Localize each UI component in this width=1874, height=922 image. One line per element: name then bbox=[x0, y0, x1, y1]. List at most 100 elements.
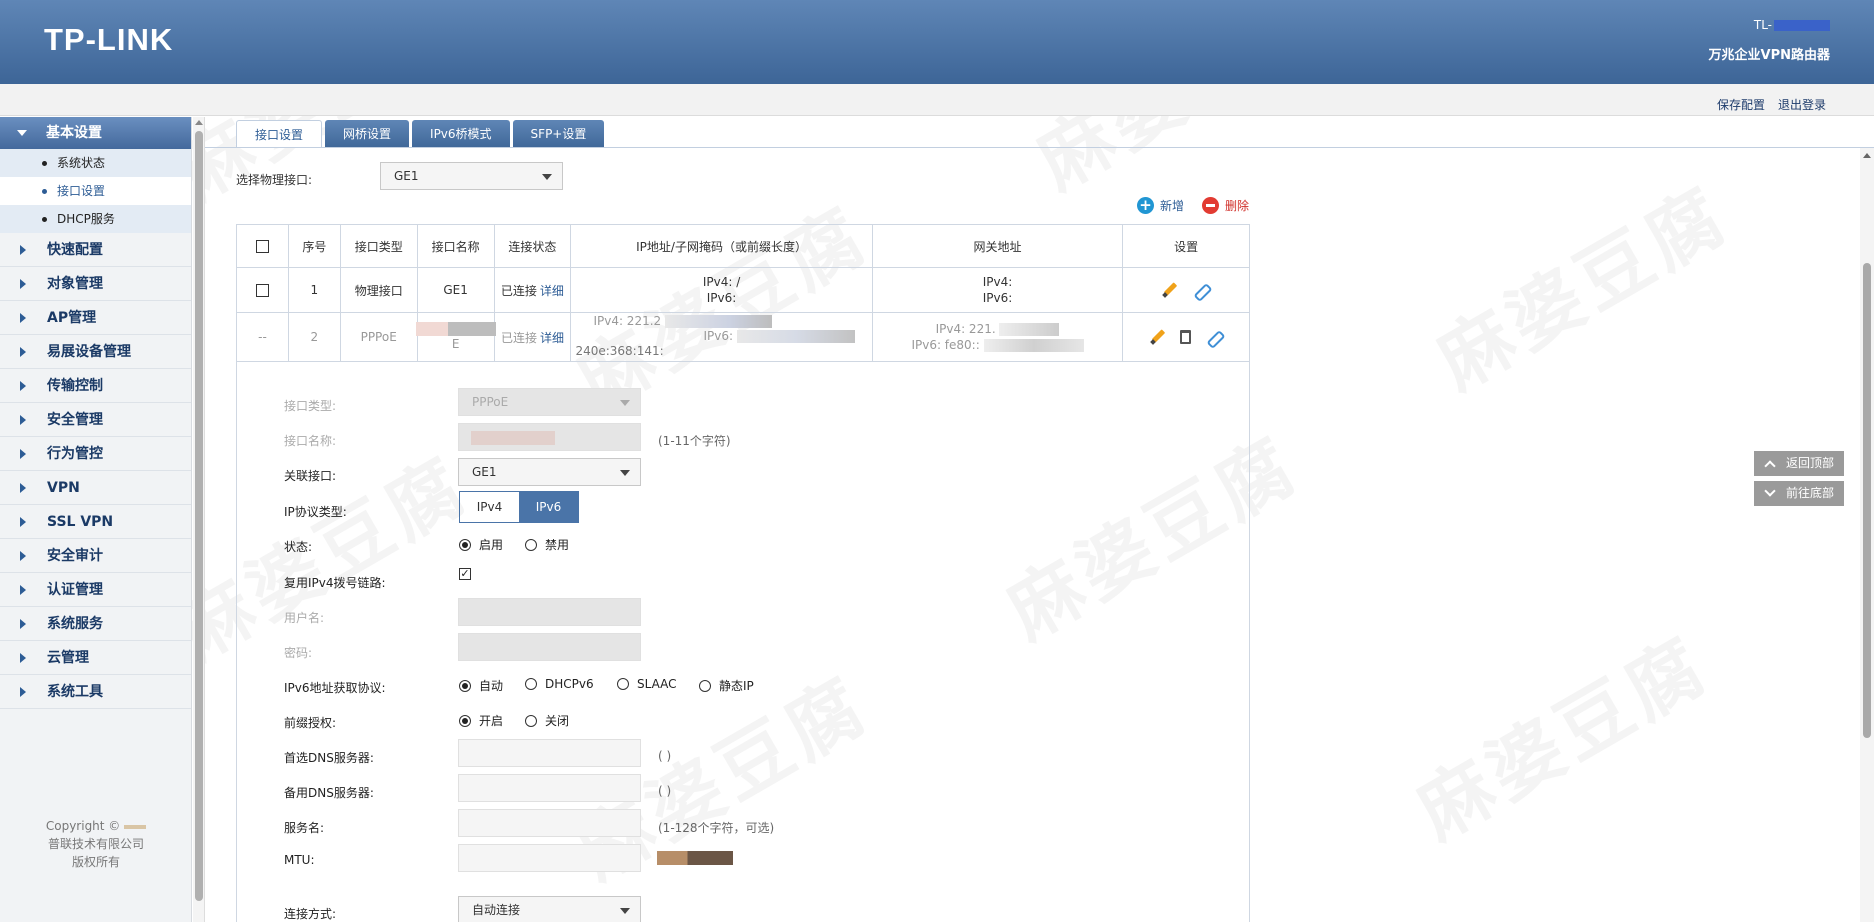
sidebar-item-tools[interactable]: 系统工具 bbox=[0, 675, 191, 709]
state-disable-radio[interactable]: 禁用 bbox=[525, 536, 569, 553]
chevron-down-icon bbox=[542, 174, 552, 180]
sidebar-item-dhcp[interactable]: DHCP服务 bbox=[0, 205, 191, 233]
delete-label: 删除 bbox=[1225, 199, 1250, 213]
reuse-ipv4-checkbox[interactable]: ✓ bbox=[459, 568, 471, 580]
username-input[interactable] bbox=[458, 598, 641, 626]
scroll-up-icon[interactable] bbox=[1863, 153, 1871, 158]
delete-button[interactable]: 删除 bbox=[1202, 197, 1249, 214]
detail-link[interactable]: 详细 bbox=[540, 282, 564, 299]
prefix-off-radio[interactable]: 关闭 bbox=[525, 712, 569, 729]
row-ipv6: IPv6: bbox=[706, 291, 737, 305]
row-name: GE1 bbox=[418, 268, 495, 312]
sidebar-item-audit[interactable]: 安全审计 bbox=[0, 539, 191, 573]
dns1-input[interactable] bbox=[458, 739, 641, 767]
tab-sfp[interactable]: SFP+设置 bbox=[512, 120, 605, 148]
row-ipv4: IPv4: 221.2 bbox=[593, 314, 662, 328]
sidebar-item-ssl-vpn[interactable]: SSL VPN bbox=[0, 505, 191, 539]
assoc-iface-label: 关联接口: bbox=[284, 469, 337, 483]
main-scrollbar[interactable] bbox=[1860, 148, 1874, 922]
add-button[interactable]: + 新增 bbox=[1137, 197, 1184, 214]
link-icon[interactable] bbox=[1192, 282, 1210, 298]
scrollbar-thumb[interactable] bbox=[1863, 263, 1871, 738]
edit-icon[interactable] bbox=[1150, 329, 1166, 345]
select-all-checkbox[interactable] bbox=[255, 239, 269, 253]
sidebar-item-cloud[interactable]: 云管理 bbox=[0, 641, 191, 675]
caret-right-icon bbox=[20, 483, 26, 493]
password-input[interactable] bbox=[458, 633, 641, 661]
ip-proto-ipv6[interactable]: IPv6 bbox=[519, 492, 578, 522]
phys-iface-select[interactable]: GE1 bbox=[380, 162, 563, 190]
sidebar-item-label: 传输控制 bbox=[47, 378, 103, 394]
ip-proto-ipv4[interactable]: IPv4 bbox=[460, 492, 519, 522]
state-enable-radio[interactable]: 启用 bbox=[459, 536, 503, 553]
row-ipv6: IPv6: bbox=[703, 329, 733, 343]
iface-name-input[interactable] bbox=[458, 423, 641, 451]
dns2-input[interactable] bbox=[458, 774, 641, 802]
prefix-on-radio[interactable]: 开启 bbox=[459, 712, 503, 729]
sidebar-item-easy-expand[interactable]: 易展设备管理 bbox=[0, 335, 191, 369]
sidebar-item-label: 安全管理 bbox=[47, 412, 103, 428]
header-type: 接口类型 bbox=[341, 225, 418, 267]
caret-right-icon bbox=[20, 449, 26, 459]
iface-type-select[interactable]: PPPoE bbox=[458, 388, 641, 416]
assoc-iface-select[interactable]: GE1 bbox=[458, 458, 641, 486]
bullet-icon bbox=[42, 161, 47, 166]
tab-ipv6-bridge[interactable]: IPv6桥模式 bbox=[412, 120, 510, 148]
row-type: PPPoE bbox=[341, 313, 418, 361]
scrollbar-thumb[interactable] bbox=[195, 131, 203, 901]
header-ip: IP地址/子网掩码（或前缀长度） bbox=[571, 225, 873, 267]
row-state: 已连接 详细 bbox=[495, 268, 572, 312]
sidebar-section-basic[interactable]: 基本设置 bbox=[0, 117, 191, 149]
caret-right-icon bbox=[20, 245, 26, 255]
table-row: -- 2 PPPoE E 已连接 详细 IPv4: 221.2 IPv6: 240… bbox=[237, 313, 1249, 361]
tab-bridge[interactable]: 网桥设置 bbox=[325, 120, 410, 148]
sidebar-item-quick-setup[interactable]: 快速配置 bbox=[0, 233, 191, 267]
detail-link[interactable]: 详细 bbox=[540, 329, 564, 346]
sidebar-item-system-status[interactable]: 系统状态 bbox=[0, 149, 191, 177]
sidebar-item-transport[interactable]: 传输控制 bbox=[0, 369, 191, 403]
sidebar-item-interface[interactable]: 接口设置 bbox=[0, 177, 191, 205]
ipv6-proto-auto-radio[interactable]: 自动 bbox=[459, 677, 503, 694]
sidebar-item-label: 快速配置 bbox=[47, 242, 103, 258]
row-no: 2 bbox=[289, 313, 341, 361]
back-to-top-button[interactable]: 返回顶部 bbox=[1754, 451, 1844, 476]
sidebar-item-objects[interactable]: 对象管理 bbox=[0, 267, 191, 301]
service-name-input[interactable] bbox=[458, 809, 641, 837]
scroll-up-icon[interactable] bbox=[195, 120, 203, 125]
radio-label: 自动 bbox=[479, 679, 504, 693]
sidebar-item-security[interactable]: 安全管理 bbox=[0, 403, 191, 437]
mtu-input[interactable] bbox=[458, 844, 641, 872]
caret-right-icon bbox=[20, 347, 26, 357]
add-label: 新增 bbox=[1160, 199, 1185, 213]
sidebar-item-behavior[interactable]: 行为管控 bbox=[0, 437, 191, 471]
radio-icon bbox=[525, 678, 537, 690]
trash-icon[interactable] bbox=[1179, 330, 1191, 344]
radio-icon bbox=[525, 538, 537, 551]
sidebar-item-ap[interactable]: AP管理 bbox=[0, 301, 191, 335]
radio-label: 静态IP bbox=[719, 679, 754, 693]
save-config-link[interactable]: 保存配置 bbox=[1717, 96, 1765, 113]
sidebar-item-vpn[interactable]: VPN bbox=[0, 471, 191, 505]
row-checkbox[interactable] bbox=[255, 283, 269, 297]
state-text: 已连接 bbox=[501, 330, 538, 345]
password-label: 密码: bbox=[284, 646, 313, 660]
caret-right-icon bbox=[20, 551, 26, 561]
sidebar-item-auth[interactable]: 认证管理 bbox=[0, 573, 191, 607]
caret-right-icon bbox=[20, 313, 26, 323]
ipv6-proto-static-radio[interactable]: 静态IP bbox=[699, 677, 754, 694]
sidebar-section-label: 基本设置 bbox=[46, 125, 102, 141]
ipv6-proto-slaac-radio[interactable]: SLAAC bbox=[617, 677, 677, 691]
sidebar-scrollbar[interactable] bbox=[193, 117, 205, 922]
link-icon[interactable] bbox=[1205, 329, 1223, 345]
back-to-top-label: 返回顶部 bbox=[1786, 456, 1835, 470]
copyright-text: Copyright © bbox=[45, 819, 121, 833]
sidebar-item-system-services[interactable]: 系统服务 bbox=[0, 607, 191, 641]
caret-right-icon bbox=[20, 585, 26, 595]
edit-icon[interactable] bbox=[1162, 282, 1178, 298]
tab-interface[interactable]: 接口设置 bbox=[236, 120, 323, 148]
logout-link[interactable]: 退出登录 bbox=[1778, 96, 1826, 113]
conn-mode-select[interactable]: 自动连接 bbox=[458, 896, 641, 922]
header-checkbox-cell bbox=[237, 225, 289, 267]
ipv6-proto-dhcpv6-radio[interactable]: DHCPv6 bbox=[525, 677, 594, 691]
go-to-bottom-button[interactable]: 前往底部 bbox=[1754, 481, 1844, 506]
